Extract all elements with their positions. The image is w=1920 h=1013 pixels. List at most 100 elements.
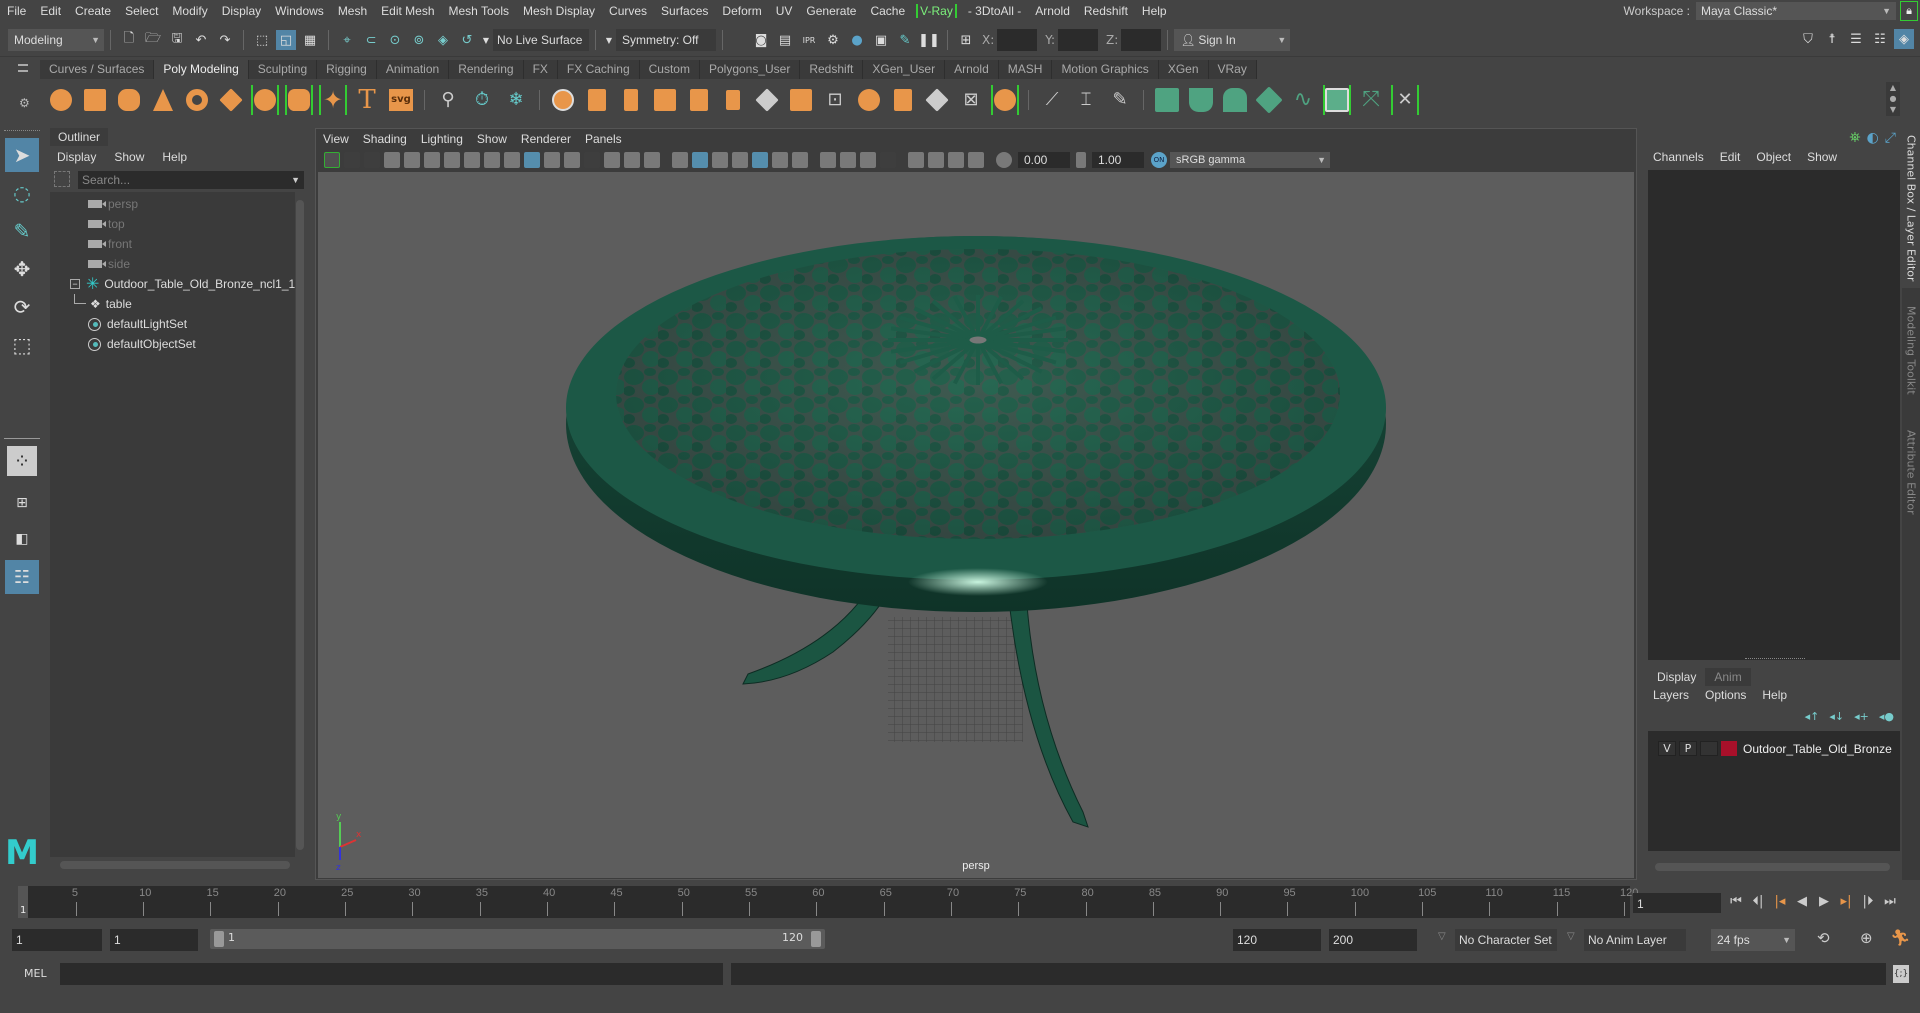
make-live-icon[interactable]: ↺ (457, 30, 477, 50)
character-controls-icon[interactable]: ☨ (1822, 29, 1842, 49)
textured-icon[interactable] (752, 152, 768, 168)
character-set-field[interactable]: No Character Set (1455, 929, 1557, 951)
poly-plane-icon[interactable] (217, 85, 245, 115)
side-tab-attribute-editor[interactable]: Attribute Editor (1902, 412, 1920, 532)
mirror-icon[interactable] (617, 85, 645, 115)
ipr-render-icon[interactable]: IPR (799, 30, 819, 50)
redo-icon[interactable]: ↷ (215, 30, 235, 50)
wireframe-icon[interactable] (672, 152, 688, 168)
shelf-tab-sculpting[interactable]: Sculpting (248, 60, 318, 79)
menu-arnold[interactable]: Arnold (1028, 4, 1077, 18)
screen-space-ao-icon[interactable] (820, 152, 836, 168)
resolution-gate-icon[interactable] (564, 152, 580, 168)
outliner-item-side[interactable]: side (88, 254, 130, 274)
shelf-tab-custom[interactable]: Custom (639, 60, 700, 79)
menu-vray[interactable]: V-Ray (916, 4, 957, 18)
menu-modify[interactable]: Modify (165, 4, 214, 18)
manipulator-icon[interactable]: ⛯ (1849, 130, 1860, 146)
range-start-handle[interactable] (214, 931, 224, 947)
menu-set-dropdown[interactable]: Modeling ▼ (8, 29, 104, 51)
collapse-icon[interactable]: − (70, 279, 80, 289)
symmetry-dropdown[interactable]: Symmetry: Off (616, 29, 716, 51)
snap-point-icon[interactable]: ⊙ (385, 30, 405, 50)
depth-of-field-icon[interactable] (880, 152, 896, 168)
safe-title-icon[interactable] (644, 152, 660, 168)
shelf-tab-animation[interactable]: Animation (376, 60, 450, 79)
rotate-tool-icon[interactable]: ⟳ (5, 290, 39, 324)
menu-edit[interactable]: Edit (33, 4, 68, 18)
poly-cube-icon[interactable] (81, 85, 109, 115)
extrude-icon[interactable] (719, 85, 747, 115)
xray-active-components-icon[interactable] (968, 152, 984, 168)
shelf-tab-redshift[interactable]: Redshift (800, 60, 864, 79)
shelf-menu-icon[interactable] (18, 64, 28, 72)
shelf-scroll[interactable]: ▲ ● ▼ (1886, 82, 1900, 116)
layer-tab-display[interactable]: Display (1648, 668, 1706, 686)
menu-redshift[interactable]: Redshift (1077, 4, 1135, 18)
layer-playback-toggle[interactable]: P (1679, 741, 1697, 756)
outliner-item-table[interactable]: ❖ table (74, 294, 132, 314)
script-editor-icon[interactable]: {;} (1893, 965, 1909, 983)
new-scene-icon[interactable]: 🗋 (119, 30, 139, 50)
layer-row[interactable]: V P Outdoor_Table_Old_Bronze (1658, 741, 1892, 756)
grid-toggle-icon[interactable] (524, 152, 540, 168)
select-camera-icon[interactable] (344, 152, 360, 168)
options-menu[interactable]: Options (1697, 688, 1754, 706)
shelf-tab-rendering[interactable]: Rendering (449, 60, 524, 79)
menu-help[interactable]: Help (1135, 4, 1174, 18)
bookmarks-icon[interactable] (384, 152, 400, 168)
render-frame-icon[interactable]: ◙ (751, 30, 771, 50)
sign-in-button[interactable]: 👤︎ Sign In ▼ (1174, 29, 1291, 51)
shelf-settings-gear-icon[interactable]: ⚙ (19, 96, 30, 110)
loop-icon[interactable]: ⟲ (1817, 929, 1830, 947)
shelf-tab-arnold[interactable]: Arnold (945, 60, 999, 79)
modeling-toolkit-icon[interactable]: ⛉ (1798, 29, 1818, 49)
vray-toggle-icon[interactable] (324, 152, 340, 168)
append-polygon-icon[interactable] (923, 85, 951, 115)
current-frame-marker[interactable]: 1 (18, 886, 28, 918)
shelf-tab-xgen-user[interactable]: XGen_User (863, 60, 946, 79)
help-menu[interactable]: Help (1754, 688, 1795, 706)
splitter-handle[interactable] (1745, 658, 1805, 661)
smooth-icon[interactable] (651, 85, 679, 115)
outliner-menu-help[interactable]: Help (153, 150, 196, 164)
shadows-icon[interactable] (792, 152, 808, 168)
menu-mesh-tools[interactable]: Mesh Tools (442, 4, 516, 18)
uv-editor-checker-icon[interactable] (1323, 84, 1351, 115)
poly-cylinder-icon[interactable] (115, 85, 143, 115)
channel-box-icon[interactable]: ◈ (1894, 29, 1914, 49)
crease-tool-icon[interactable]: ✎ (1106, 85, 1134, 115)
exposure-field[interactable]: 0.00 (1018, 152, 1070, 168)
anti-aliasing-icon[interactable] (860, 152, 876, 168)
character-set-menu-icon[interactable]: ▽ (1438, 931, 1446, 942)
color-management-toggle[interactable]: ON (1151, 152, 1167, 168)
y-field[interactable] (1058, 29, 1099, 51)
filter-icon[interactable] (54, 171, 70, 187)
select-tool-icon[interactable]: ➤ (5, 138, 39, 172)
viewport-canvas[interactable]: y x z persp (318, 172, 1634, 878)
menu-edit-mesh[interactable]: Edit Mesh (374, 4, 441, 18)
snap-view-plane-icon[interactable]: ◈ (433, 30, 453, 50)
viewport-menu-panels[interactable]: Panels (578, 132, 629, 146)
outliner-layout-icon[interactable]: ☷ (5, 560, 39, 594)
hypershade-icon[interactable]: ● (847, 30, 867, 50)
outliner-search-input[interactable]: Search... (78, 171, 304, 189)
motion-blur-icon[interactable] (840, 152, 856, 168)
play-backwards-icon[interactable]: ◀ (1791, 890, 1813, 914)
outliner-item-default-object-set[interactable]: defaultObjectSet (88, 334, 196, 354)
snap-projected-icon[interactable]: ⊚ (409, 30, 429, 50)
chevron-down-icon[interactable]: ▼ (481, 30, 491, 50)
uv-editor-icon[interactable]: ⏱ (468, 85, 496, 115)
arnold-render-icon[interactable]: ✎ (895, 30, 915, 50)
step-back-frame-icon[interactable]: ⏴| (1747, 890, 1769, 914)
outliner-item-group[interactable]: − ✳ Outdoor_Table_Old_Bronze_ncl1_1 (70, 274, 295, 294)
anim-layer-field[interactable]: No Anim Layer (1584, 929, 1686, 951)
shelf-tab-vray[interactable]: VRay (1208, 60, 1257, 79)
go-to-end-icon[interactable]: ⏭ (1879, 890, 1901, 914)
four-view-layout-icon[interactable]: ⊞ (5, 486, 39, 520)
outliner-horizontal-scrollbar[interactable] (60, 861, 290, 869)
move-layer-down-icon[interactable]: ◂↓ (1829, 710, 1844, 723)
insert-edge-loop-icon[interactable] (889, 85, 917, 115)
xray-joints-icon[interactable] (948, 152, 964, 168)
two-d-pan-zoom-icon[interactable] (464, 152, 480, 168)
